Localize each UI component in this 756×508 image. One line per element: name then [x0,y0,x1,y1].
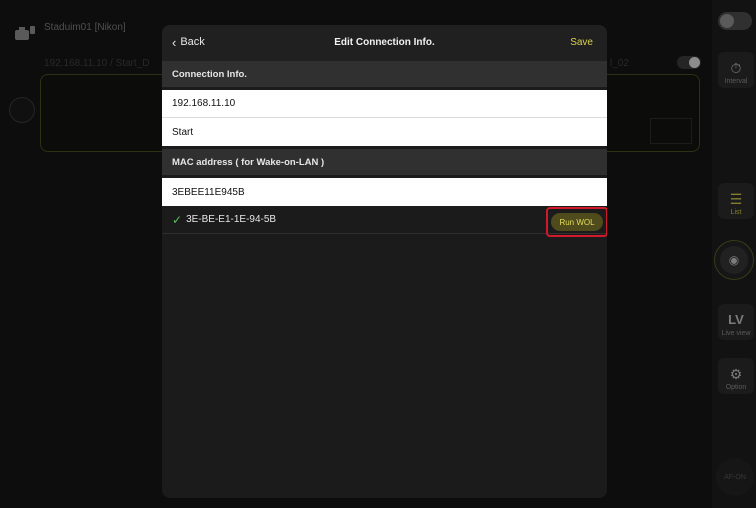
mac-section-header: MAC address ( for Wake-on-LAN ) [162,149,607,175]
ip-address-field[interactable]: 192.168.11.10 [162,90,607,118]
edit-connection-modal: ‹ Back Edit Connection Info. Save Connec… [162,25,607,498]
run-wol-button[interactable]: Run WOL [551,213,603,231]
modal-navbar: ‹ Back Edit Connection Info. Save [162,25,607,61]
app-root: Staduim01 [Nikon] 192.168.11.10 / Start_… [0,0,756,508]
mac-formatted-row: ✓ 3E-BE-E1-1E-94-5B Run WOL [162,206,607,237]
modal-title: Edit Connection Info. [334,37,435,48]
run-wol-highlight: Run WOL [546,207,607,237]
save-button[interactable]: Save [570,37,593,48]
connection-section-header: Connection Info. [162,61,607,87]
mac-address-field[interactable]: 3EBEE11E945B [162,178,607,206]
mac-formatted-text: 3E-BE-E1-1E-94-5B [186,214,277,225]
name-field[interactable]: Start [162,118,607,146]
checkmark-icon: ✓ [172,212,183,227]
